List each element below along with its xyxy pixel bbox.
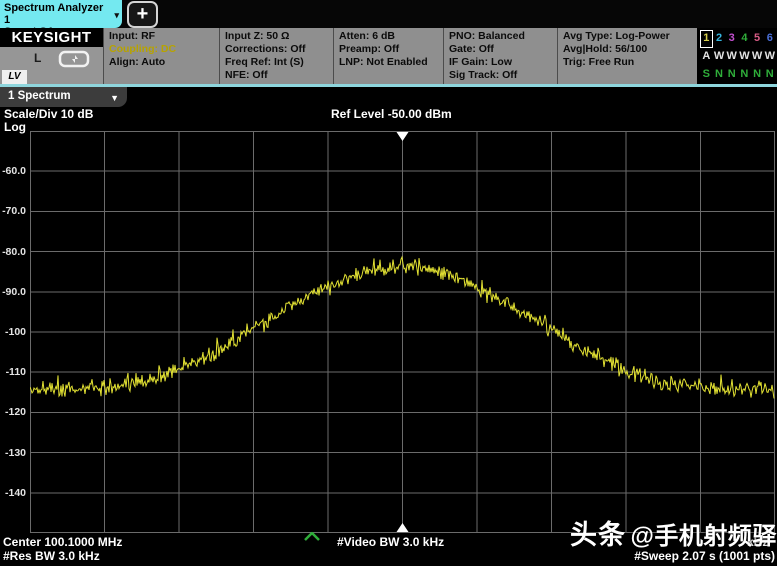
trace-type-cell: A xyxy=(700,48,713,66)
trace-table-row: AWWWWW xyxy=(700,48,777,66)
trace-type-cell: W xyxy=(738,48,751,66)
settings-panel-3[interactable]: PNO: BalancedGate: OffIF Gain: LowSig Tr… xyxy=(443,28,557,84)
setting-line: Preamp: Off xyxy=(339,43,443,56)
y-tick-label: -100 xyxy=(0,326,26,338)
settings-panel-1[interactable]: Input Z: 50 ΩCorrections: OffFreq Ref: I… xyxy=(219,28,333,84)
window-title-dropdown[interactable]: 1 Spectrum ▼ xyxy=(0,87,127,107)
trace-number-1[interactable]: 1 xyxy=(700,30,713,48)
trace-state-cell: N xyxy=(713,66,726,84)
y-tick-label: -110 xyxy=(0,366,26,378)
trace-number-2[interactable]: 2 xyxy=(713,30,726,48)
watermark-prefix: 头条 xyxy=(570,520,626,550)
setting-line: NFE: Off xyxy=(225,69,333,82)
trace-state-cell: S xyxy=(700,66,713,84)
y-tick-label: -70.0 xyxy=(0,205,26,217)
y-tick-label: -90.0 xyxy=(0,286,26,298)
y-tick-label: -80.0 xyxy=(0,246,26,258)
setting-line: Trig: Free Run xyxy=(563,56,697,69)
brand-block: KEYSIGHT L LV xyxy=(0,28,103,84)
chevron-down-icon[interactable]: ▾ xyxy=(114,9,119,21)
trace-number-5[interactable]: 5 xyxy=(751,30,764,48)
trace-table-row: 123456 xyxy=(700,30,777,48)
trace-state-cell: N xyxy=(751,66,764,84)
watermark: 头条 @手机射频驿站 xyxy=(570,513,777,552)
setting-line: Avg Type: Log-Power xyxy=(563,30,697,43)
remote-local-indicator: L xyxy=(34,51,41,65)
settings-panel-4[interactable]: Avg Type: Log-PowerAvg|Hold: 56/100Trig:… xyxy=(557,28,697,84)
trace-type-cell: W xyxy=(725,48,738,66)
trace-state-cell: N xyxy=(763,66,776,84)
setting-line: Coupling: DC xyxy=(109,43,219,56)
trace-number-3[interactable]: 3 xyxy=(725,30,738,48)
ref-level-label[interactable]: Ref Level -50.00 dBm xyxy=(331,107,452,121)
tab-spectrum-analyzer[interactable]: Spectrum Analyzer 1 Swept SA ▾ xyxy=(0,0,122,28)
center-freq-bottom-marker xyxy=(397,523,409,532)
settings-panel-0[interactable]: Input: RFCoupling: DCAlign: Auto xyxy=(103,28,219,84)
trace-state-cell: N xyxy=(725,66,738,84)
window-title: 1 Spectrum xyxy=(8,90,71,102)
setting-line: Avg|Hold: 56/100 xyxy=(563,43,697,56)
spectrum-graticule[interactable] xyxy=(30,131,775,533)
setting-line: Input Z: 50 Ω xyxy=(225,30,333,43)
trace-type-cell: W xyxy=(713,48,726,66)
res-bw-label[interactable]: #Res BW 3.0 kHz xyxy=(3,549,100,563)
add-tab-button[interactable]: + xyxy=(127,1,158,28)
y-tick-label: -130 xyxy=(0,447,26,459)
spectrum-analyzer-screen: Spectrum Analyzer 1 Swept SA ▾ + KEYSIGH… xyxy=(0,0,777,566)
trace-type-cell: W xyxy=(751,48,764,66)
lv-badge: LV xyxy=(2,70,27,84)
settings-panels: Input: RFCoupling: DCAlign: AutoInput Z:… xyxy=(103,28,697,84)
dropdown-icon[interactable]: ▼ xyxy=(110,93,119,103)
setting-line: PNO: Balanced xyxy=(449,30,557,43)
tab-bar: Spectrum Analyzer 1 Swept SA ▾ + xyxy=(0,0,777,28)
center-freq-top-marker xyxy=(397,132,409,141)
scale-per-div-label[interactable]: Scale/Div 10 dB xyxy=(4,107,93,121)
trace-state-cell: N xyxy=(738,66,751,84)
center-frequency-label[interactable]: Center 100.1000 MHz xyxy=(3,535,122,549)
keysight-logo: KEYSIGHT xyxy=(0,28,103,47)
setting-line: Sig Track: Off xyxy=(449,69,557,82)
trace-table-row: SNNNNN xyxy=(700,66,777,84)
y-tick-label: -120 xyxy=(0,406,26,418)
trace-number-4[interactable]: 4 xyxy=(738,30,751,48)
dialog-bubble-icon xyxy=(58,50,90,70)
settings-header: KEYSIGHT L LV Input: RFCoupling: DCAlign… xyxy=(0,28,777,84)
green-caret-marker xyxy=(304,532,320,541)
settings-panel-2[interactable]: Atten: 6 dBPreamp: OffLNP: Not Enabled xyxy=(333,28,443,84)
setting-line: Freq Ref: Int (S) xyxy=(225,56,333,69)
setting-line: Input: RF xyxy=(109,30,219,43)
setting-line: LNP: Not Enabled xyxy=(339,56,443,69)
scale-type-label[interactable]: Log xyxy=(4,120,26,134)
trace-state-table[interactable]: 123456AWWWWWSNNNNN xyxy=(697,28,777,84)
trace-number-6[interactable]: 6 xyxy=(763,30,776,48)
tab-title: Spectrum Analyzer 1 xyxy=(4,2,108,26)
setting-line: Atten: 6 dB xyxy=(339,30,443,43)
watermark-suffix: @手机射频驿站 xyxy=(630,523,777,550)
y-tick-label: -60.0 xyxy=(0,165,26,177)
setting-line: Align: Auto xyxy=(109,56,219,69)
trace-type-cell: W xyxy=(763,48,776,66)
y-tick-label: -140 xyxy=(0,487,26,499)
video-bw-label[interactable]: #Video BW 3.0 kHz xyxy=(337,535,444,549)
setting-line: Corrections: Off xyxy=(225,43,333,56)
setting-line: IF Gain: Low xyxy=(449,56,557,69)
setting-line: Gate: Off xyxy=(449,43,557,56)
